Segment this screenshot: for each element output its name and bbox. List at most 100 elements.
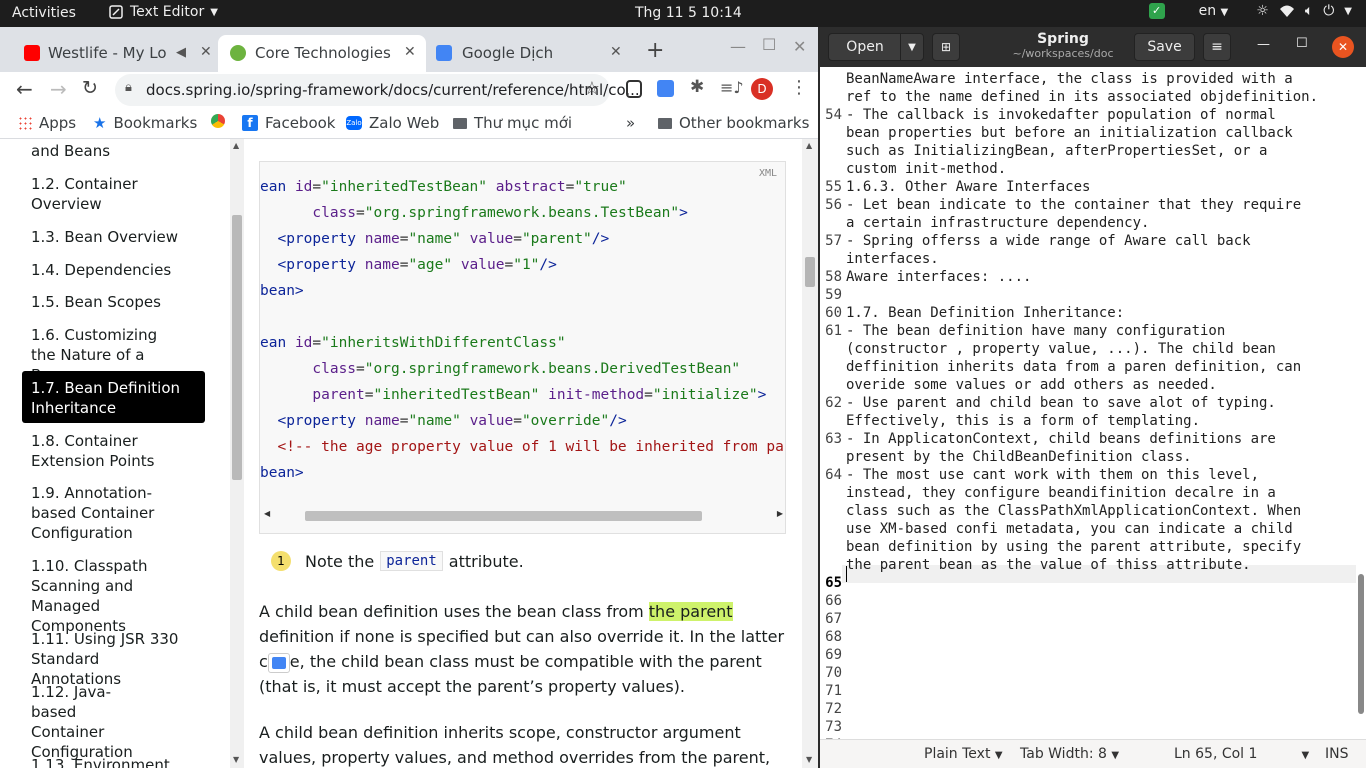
bookmark-bookmarks[interactable]: ★ Bookmarks: [93, 114, 197, 132]
audio-icon[interactable]: ◀︎: [176, 45, 186, 60]
paragraph: A child bean definition inherits scope, …: [259, 723, 771, 767]
document-path: ~/workspaces/doc: [1012, 47, 1114, 60]
cursor-position-dropdown[interactable]: Ln 65, Col 1 ▼: [1174, 746, 1309, 762]
toc-item[interactable]: 1.12. Java-based Container Configuration: [22, 682, 162, 762]
app-menu[interactable]: Text Editor ▼: [108, 4, 218, 20]
maximize-button[interactable]: ☐: [1296, 36, 1308, 51]
tab-google-translate[interactable]: Google Dịch ✕: [426, 35, 632, 72]
puzzle-icon[interactable]: ✱: [690, 77, 704, 97]
bookmarks-bar: Apps ★ Bookmarks f Facebook Zalo Zalo Web T…: [0, 109, 818, 139]
text-editor-window: Open ▼ ⊞ Spring ~/workspaces/doc Save ≡ …: [820, 27, 1366, 768]
address-bar[interactable]: 🔒︎ docs.spring.io/spring-framework/docs/…: [115, 74, 640, 106]
menu-icon[interactable]: ⋮: [790, 77, 808, 98]
scrollbar-thumb[interactable]: [232, 215, 242, 480]
editor-line-text: deffinition inherits data from a paren d…: [846, 359, 1302, 375]
selected-text[interactable]: the parent: [648, 602, 733, 621]
bookmark-new-folder[interactable]: Thư mục mới: [453, 114, 572, 132]
scroll-up-icon[interactable]: ▲: [806, 141, 812, 150]
toc-item[interactable]: 1.5. Bean Scopes: [22, 292, 205, 312]
scrollbar-thumb[interactable]: [1358, 574, 1364, 714]
tab-width-dropdown[interactable]: Tab Width: 8 ▼: [1020, 746, 1119, 762]
bookmark-facebook[interactable]: f Facebook: [242, 114, 335, 132]
tab-core-technologies[interactable]: Core Technologies ✕: [218, 35, 426, 72]
editor-line-text: - The bean definition have many configur…: [846, 323, 1226, 339]
line-number: 56: [825, 197, 842, 213]
save-button[interactable]: Save: [1134, 33, 1195, 61]
editor-scrollbar[interactable]: [1356, 67, 1366, 739]
close-window-button[interactable]: ✕: [1332, 36, 1354, 58]
close-icon[interactable]: ✕: [610, 44, 622, 60]
toc-item[interactable]: 1.10. Classpath Scanning and Managed Com…: [22, 556, 202, 636]
chrome-icon: [211, 114, 225, 128]
more-bookmarks-button[interactable]: »: [626, 114, 635, 132]
bookmark-chrome[interactable]: [211, 114, 225, 128]
maximize-button[interactable]: ☐: [762, 35, 776, 54]
sidebar-scrollbar[interactable]: ▲ ▼: [230, 139, 244, 768]
tab-westlife[interactable]: Westlife - My Love ◀︎ ✕: [0, 35, 218, 72]
forward-icon[interactable]: →: [50, 77, 67, 101]
close-icon[interactable]: ✕: [404, 44, 416, 60]
language-indicator[interactable]: en ▼: [1199, 3, 1229, 19]
scroll-down-icon[interactable]: ▼: [806, 755, 812, 764]
close-window-button[interactable]: ✕: [793, 37, 806, 56]
media-control-icon[interactable]: ≡♪: [720, 78, 744, 97]
line-number: 55: [825, 179, 842, 195]
new-tab-button[interactable]: +: [646, 38, 664, 63]
hamburger-menu-button[interactable]: ≡: [1203, 33, 1231, 61]
scroll-down-icon[interactable]: ▼: [233, 755, 239, 764]
scrollbar-thumb[interactable]: [305, 511, 702, 521]
toc-item[interactable]: 1.13. Environment: [22, 755, 202, 768]
scrollbar-thumb[interactable]: [805, 257, 815, 287]
language-badge: XML: [758, 168, 777, 179]
translate-popup-icon[interactable]: [267, 652, 290, 673]
clock[interactable]: Thg 11 5 10:14: [635, 5, 742, 21]
line-number: 67: [825, 611, 842, 627]
folder-icon: [658, 117, 672, 129]
update-icon[interactable]: ✓: [1148, 3, 1165, 19]
toc-item[interactable]: 1.9. Annotation-based Container Configur…: [22, 483, 202, 543]
system-tray[interactable]: ✓ en ▼ ☼ 🔈︎ ⏻ ▼: [1148, 3, 1352, 19]
scroll-left-icon[interactable]: ◀: [264, 509, 270, 518]
app-name: Text Editor: [130, 4, 205, 20]
toc-item[interactable]: 1.4. Dependencies: [22, 260, 205, 280]
minimize-button[interactable]: —: [730, 37, 746, 56]
bookmark-zalo[interactable]: Zalo Zalo Web: [346, 114, 439, 132]
new-tab-button[interactable]: ⊞: [932, 33, 960, 61]
code-horizontal-scrollbar[interactable]: ◀ ▶: [260, 507, 785, 523]
editor-statusbar: Plain Text ▼ Tab Width: 8 ▼ Ln 65, Col 1…: [820, 739, 1366, 768]
toc-item[interactable]: 1.11. Using JSR 330 Standard Annotations: [22, 629, 194, 689]
close-icon[interactable]: ✕: [200, 44, 212, 60]
insert-mode-indicator[interactable]: INS: [1325, 746, 1349, 762]
brightness-icon: ☼: [1256, 3, 1269, 19]
toc-item[interactable]: 1.8. Container Extension Points: [22, 431, 172, 471]
toc-item-active[interactable]: 1.7. Bean Definition Inheritance: [22, 371, 205, 423]
browser-window: Westlife - My Love ◀︎ ✕ Core Technologie…: [0, 27, 818, 768]
lock-icon[interactable]: 🔒︎: [125, 80, 132, 95]
editor-line-text: custom init-method.: [846, 161, 1007, 177]
back-icon[interactable]: ←: [16, 77, 33, 101]
toc-item[interactable]: 1.3. Bean Overview: [22, 227, 205, 247]
reload-icon[interactable]: ↻: [82, 77, 98, 99]
bookmark-apps[interactable]: Apps: [18, 114, 76, 132]
editor-text-area[interactable]: BeanNameAware interface, the class is pr…: [820, 67, 1366, 739]
open-button[interactable]: Open: [828, 33, 902, 61]
open-dropdown-button[interactable]: ▼: [900, 33, 924, 61]
scroll-up-icon[interactable]: ▲: [233, 141, 239, 150]
tab-label: Google Dịch: [462, 44, 554, 62]
zalo-icon: Zalo: [346, 116, 362, 130]
line-number: 64: [825, 467, 842, 483]
language-mode-dropdown[interactable]: Plain Text ▼: [924, 746, 1003, 762]
activities-button[interactable]: Activities: [12, 5, 76, 21]
profile-avatar[interactable]: D: [751, 78, 773, 100]
minimize-button[interactable]: —: [1257, 37, 1270, 52]
bookmark-star-icon[interactable]: ☆: [584, 78, 600, 99]
editor-line-text: ref to the name defined in its associate…: [846, 89, 1319, 105]
line-number: 72: [825, 701, 842, 717]
toc-item[interactable]: 1.2. Container Overview: [22, 174, 172, 214]
toc-item[interactable]: and Beans: [22, 141, 205, 161]
translate-extension-icon[interactable]: [657, 80, 674, 97]
page-scrollbar[interactable]: ▲ ▼: [802, 139, 818, 768]
scroll-right-icon[interactable]: ▶: [777, 509, 783, 518]
extension-icon[interactable]: [626, 80, 642, 98]
bookmark-other[interactable]: Other bookmarks: [658, 114, 809, 132]
